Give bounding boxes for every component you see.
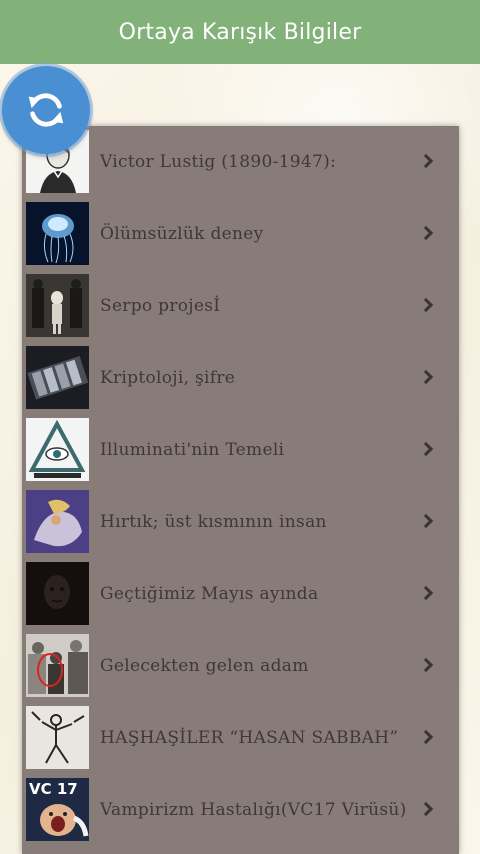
list-item-title: Vampirizm Hastalığı(VC17 Virüsü): [100, 799, 407, 820]
chevron-right-icon: [418, 153, 434, 169]
list-item[interactable]: HAŞHAŞİLER “HASAN SABBAH”: [22, 702, 459, 774]
list-item-title: Illuminati'nin Temeli: [100, 439, 285, 460]
list-item-title: Gelecekten gelen adam: [100, 655, 309, 676]
list-item-title: Ölümsüzlük deney: [100, 223, 264, 244]
list-item-title: Victor Lustig (1890-1947):: [100, 151, 337, 172]
page-title: Ortaya Karışık Bilgiler: [118, 19, 362, 45]
list-item-title: Kriptoloji, şifre: [100, 367, 236, 388]
thumbnail-image: VC 17: [26, 778, 89, 841]
list-item[interactable]: Victor Lustig (1890-1947):: [22, 126, 459, 198]
thumbnail-image: [26, 346, 89, 409]
list-item-title: Serpo projesİ: [100, 295, 221, 316]
thumbnail-image: [26, 562, 89, 625]
list-item[interactable]: Geçtiğimiz Mayıs ayında: [22, 558, 459, 630]
thumbnail-image: [26, 202, 89, 265]
chevron-right-icon: [418, 585, 434, 601]
thumbnail-image: [26, 490, 89, 553]
refresh-button[interactable]: [2, 66, 90, 154]
list-item[interactable]: Serpo projesİ: [22, 270, 459, 342]
list-item-title: Geçtiğimiz Mayıs ayında: [100, 583, 319, 604]
thumbnail-image: [26, 418, 89, 481]
thumbnail-image: [26, 634, 89, 697]
app-header: Ortaya Karışık Bilgiler: [0, 0, 480, 64]
chevron-right-icon: [418, 297, 434, 313]
list-item[interactable]: Illuminati'nin Temeli: [22, 414, 459, 486]
list-item[interactable]: Hırtık; üst kısmının insan: [22, 486, 459, 558]
refresh-icon: [28, 93, 64, 127]
thumbnail-image: [26, 274, 89, 337]
list-item-title: Hırtık; üst kısmının insan: [100, 511, 327, 532]
list-item[interactable]: VC 17 Vampirizm Hastalığı(VC17 Virüsü): [22, 774, 459, 846]
chevron-right-icon: [418, 369, 434, 385]
article-list: Victor Lustig (1890-1947): Ölümsüzlük de…: [22, 126, 459, 854]
chevron-right-icon: [418, 441, 434, 457]
list-item[interactable]: Kriptoloji, şifre: [22, 342, 459, 414]
chevron-right-icon: [418, 729, 434, 745]
chevron-right-icon: [418, 513, 434, 529]
svg-text:VC 17: VC 17: [29, 780, 78, 798]
chevron-right-icon: [418, 801, 434, 817]
list-item[interactable]: Ölümsüzlük deney: [22, 198, 459, 270]
list-item-title: HAŞHAŞİLER “HASAN SABBAH”: [100, 727, 399, 748]
chevron-right-icon: [418, 225, 434, 241]
thumbnail-image: [26, 706, 89, 769]
list-item[interactable]: Gelecekten gelen adam: [22, 630, 459, 702]
chevron-right-icon: [418, 657, 434, 673]
